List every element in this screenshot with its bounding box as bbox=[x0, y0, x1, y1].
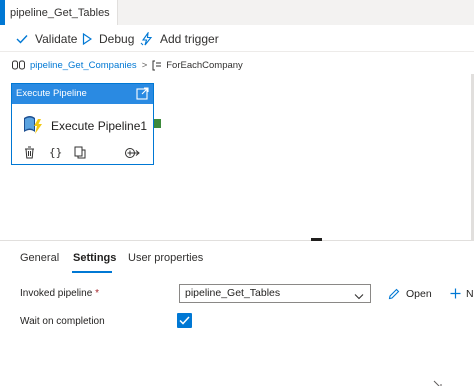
activity-body: Execute Pipeline1 {} bbox=[12, 104, 153, 164]
new-label: N bbox=[466, 287, 474, 300]
breadcrumb-separator: > bbox=[141, 59, 148, 71]
debug-label: Debug bbox=[99, 31, 135, 46]
tab-active-indicator bbox=[0, 0, 5, 25]
activity-name: Execute Pipeline1 bbox=[51, 119, 148, 133]
wait-on-completion-checkbox[interactable] bbox=[177, 313, 192, 328]
add-trigger-button[interactable]: Add trigger bbox=[140, 25, 219, 52]
pipeline-icon bbox=[12, 60, 25, 70]
add-output-icon[interactable] bbox=[124, 146, 140, 164]
breadcrumb-pipeline-link[interactable]: pipeline_Get_Companies bbox=[30, 60, 137, 71]
tab-strip: pipeline_Get_Tables bbox=[0, 0, 474, 25]
code-icon[interactable]: {} bbox=[49, 146, 62, 159]
plus-icon bbox=[450, 288, 461, 299]
panel-divider bbox=[0, 240, 474, 241]
invoked-pipeline-select[interactable]: pipeline_Get_Tables bbox=[179, 284, 371, 303]
activity-actions: {} bbox=[12, 146, 153, 162]
checkmark-icon bbox=[179, 316, 190, 325]
debug-play-icon bbox=[82, 32, 92, 45]
debug-button[interactable]: Debug bbox=[82, 25, 134, 52]
execute-pipeline-activity[interactable]: Execute Pipeline Execute Pipeline1 {} bbox=[11, 83, 154, 165]
pipeline-toolbar: Validate Debug Add trigger bbox=[0, 25, 474, 52]
delete-icon[interactable] bbox=[24, 146, 35, 164]
activity-header: Execute Pipeline bbox=[12, 84, 153, 104]
validate-button[interactable]: Validate bbox=[16, 25, 77, 52]
execute-pipeline-icon bbox=[22, 114, 44, 141]
panel-resize-handle[interactable] bbox=[311, 238, 322, 241]
pipeline-tab-title: pipeline_Get_Tables bbox=[10, 7, 110, 19]
activity-type-label: Execute Pipeline bbox=[16, 88, 87, 99]
invoked-pipeline-label-text: Invoked pipeline bbox=[20, 288, 93, 299]
open-label: Open bbox=[406, 287, 432, 300]
validate-check-icon bbox=[16, 34, 28, 44]
tab-user-properties[interactable]: User properties bbox=[128, 244, 203, 272]
edit-pencil-icon bbox=[388, 288, 400, 299]
validate-label: Validate bbox=[35, 31, 78, 46]
tab-general[interactable]: General bbox=[20, 244, 59, 272]
tab-settings[interactable]: Settings bbox=[73, 244, 116, 272]
breadcrumb: pipeline_Get_Companies > ForEachCompany bbox=[12, 58, 243, 72]
foreach-icon bbox=[152, 60, 162, 70]
wait-on-completion-label: Wait on completion bbox=[20, 316, 105, 327]
active-tab-underline bbox=[72, 271, 112, 273]
add-trigger-icon bbox=[140, 31, 153, 45]
invoked-pipeline-label: Invoked pipeline * bbox=[20, 288, 99, 299]
chevron-down-icon bbox=[354, 289, 364, 306]
open-pipeline-button[interactable]: Open bbox=[388, 284, 432, 303]
copy-icon[interactable] bbox=[74, 146, 86, 164]
pipeline-tab[interactable]: pipeline_Get_Tables bbox=[0, 0, 118, 25]
breadcrumb-current: ForEachCompany bbox=[166, 59, 243, 71]
required-marker: * bbox=[95, 288, 99, 299]
success-output-connector[interactable] bbox=[154, 119, 161, 128]
invoked-pipeline-value: pipeline_Get_Tables bbox=[185, 287, 281, 299]
add-trigger-label: Add trigger bbox=[160, 31, 219, 46]
new-pipeline-button[interactable]: N bbox=[450, 284, 474, 303]
resize-grip-icon[interactable] bbox=[433, 376, 442, 386]
